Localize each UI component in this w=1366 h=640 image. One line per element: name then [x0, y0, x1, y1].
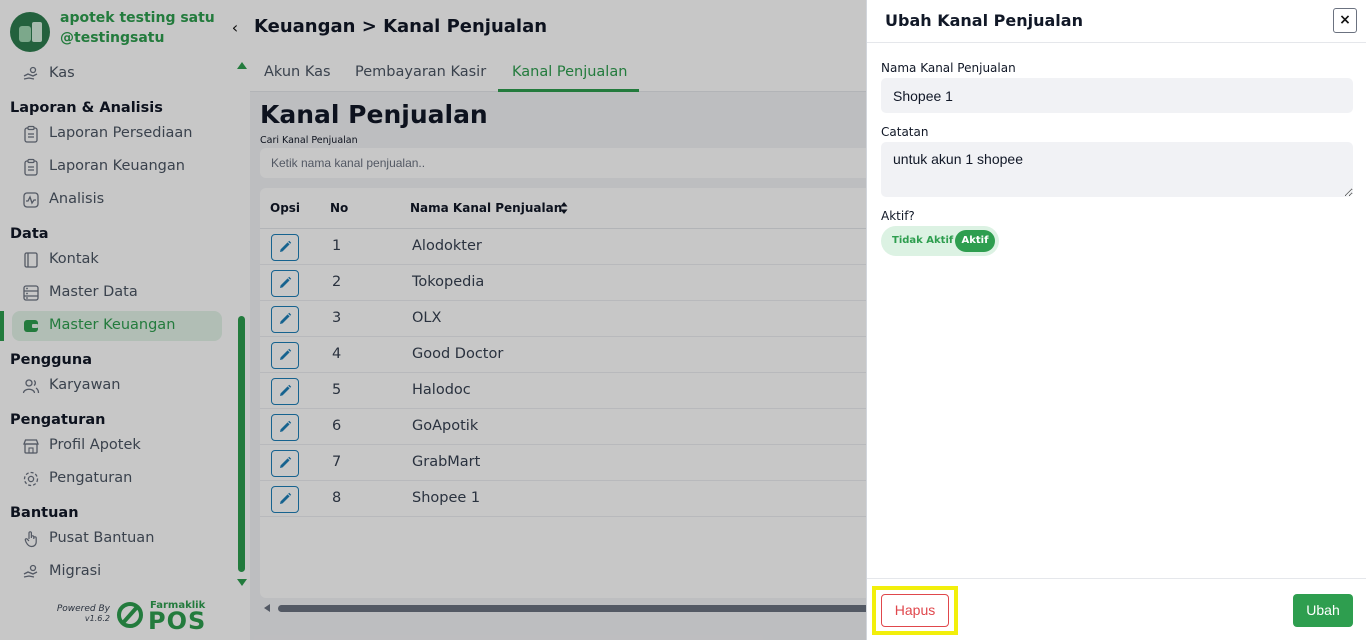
- note-field[interactable]: untuk akun 1 shopee: [881, 142, 1353, 197]
- active-label: Aktif?: [881, 209, 915, 223]
- active-toggle[interactable]: Tidak Aktif Aktif: [881, 226, 999, 256]
- channel-name-field[interactable]: [881, 78, 1353, 113]
- toggle-inactive-option[interactable]: Tidak Aktif: [892, 235, 953, 246]
- channel-name-label: Nama Kanal Penjualan: [881, 61, 1016, 75]
- toggle-active-option[interactable]: Aktif: [955, 230, 995, 252]
- drawer-header: Ubah Kanal Penjualan ×: [867, 0, 1366, 43]
- drawer-title: Ubah Kanal Penjualan: [885, 11, 1083, 30]
- close-button[interactable]: ×: [1333, 8, 1357, 33]
- note-label: Catatan: [881, 125, 929, 139]
- update-button[interactable]: Ubah: [1293, 594, 1353, 627]
- modal-backdrop[interactable]: [0, 0, 866, 640]
- edit-sales-channel-drawer: Ubah Kanal Penjualan × Nama Kanal Penjua…: [866, 0, 1366, 640]
- delete-button[interactable]: Hapus: [881, 594, 949, 627]
- drawer-footer: Hapus Ubah: [867, 578, 1366, 640]
